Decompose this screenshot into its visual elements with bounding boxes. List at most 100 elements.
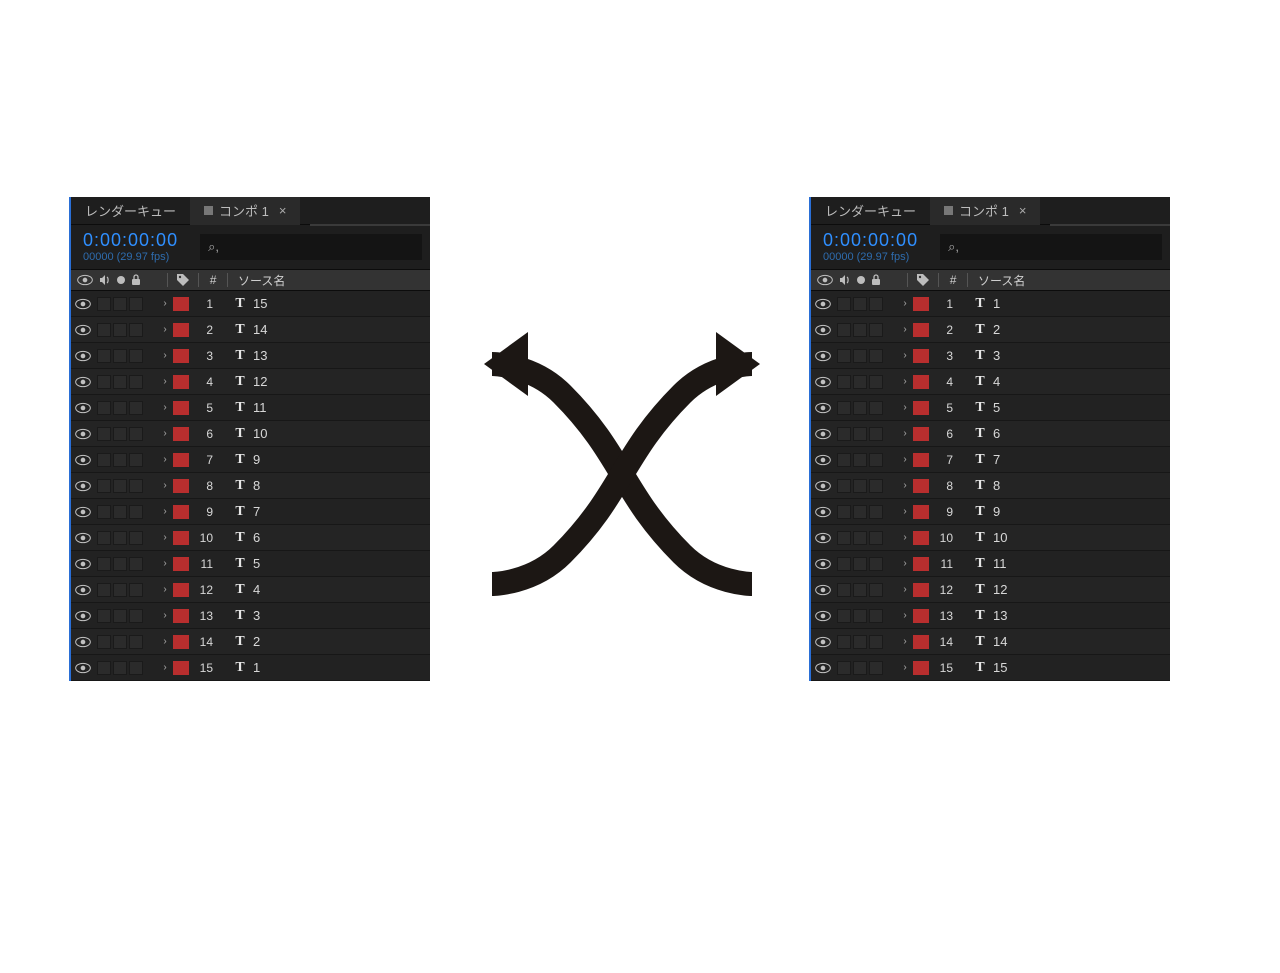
- layer-row[interactable]: ›14T14: [811, 629, 1170, 655]
- layer-name[interactable]: 4: [989, 374, 1000, 389]
- layer-name[interactable]: 10: [249, 426, 267, 441]
- label-color[interactable]: [913, 609, 929, 623]
- switch-group[interactable]: [835, 479, 897, 493]
- layer-name[interactable]: 1: [249, 660, 260, 675]
- visibility-toggle[interactable]: [811, 584, 835, 596]
- tab-comp[interactable]: コンポ 1 ×: [190, 197, 300, 225]
- label-color[interactable]: [913, 479, 929, 493]
- visibility-toggle[interactable]: [71, 506, 95, 518]
- switch-group[interactable]: [835, 297, 897, 311]
- switch-group[interactable]: [835, 427, 897, 441]
- label-color[interactable]: [173, 583, 189, 597]
- visibility-toggle[interactable]: [71, 584, 95, 596]
- column-source-name[interactable]: ソース名: [228, 272, 285, 289]
- layer-name[interactable]: 14: [989, 634, 1007, 649]
- label-color[interactable]: [913, 583, 929, 597]
- switch-group[interactable]: [95, 453, 157, 467]
- switch-group[interactable]: [835, 453, 897, 467]
- switch-group[interactable]: [95, 323, 157, 337]
- label-color[interactable]: [913, 375, 929, 389]
- label-color[interactable]: [173, 323, 189, 337]
- layer-row[interactable]: ›12T4: [71, 577, 430, 603]
- switch-group[interactable]: [95, 583, 157, 597]
- twirl-icon[interactable]: ›: [897, 610, 913, 621]
- layer-name[interactable]: 2: [249, 634, 260, 649]
- layer-name[interactable]: 2: [989, 322, 1000, 337]
- label-color[interactable]: [913, 427, 929, 441]
- visibility-toggle[interactable]: [811, 298, 835, 310]
- layer-name[interactable]: 15: [989, 660, 1007, 675]
- column-number[interactable]: #: [939, 273, 967, 287]
- label-color[interactable]: [173, 531, 189, 545]
- visibility-toggle[interactable]: [811, 480, 835, 492]
- visibility-toggle[interactable]: [71, 532, 95, 544]
- label-color[interactable]: [173, 557, 189, 571]
- label-color[interactable]: [913, 505, 929, 519]
- layer-row[interactable]: ›5T5: [811, 395, 1170, 421]
- layer-name[interactable]: 8: [249, 478, 260, 493]
- twirl-icon[interactable]: ›: [157, 454, 173, 465]
- close-icon[interactable]: ×: [279, 203, 287, 218]
- visibility-toggle[interactable]: [71, 324, 95, 336]
- layer-row[interactable]: ›1T15: [71, 291, 430, 317]
- twirl-icon[interactable]: ›: [157, 376, 173, 387]
- label-color[interactable]: [913, 453, 929, 467]
- layer-name[interactable]: 7: [989, 452, 1000, 467]
- label-color[interactable]: [913, 323, 929, 337]
- layer-row[interactable]: ›8T8: [811, 473, 1170, 499]
- switch-group[interactable]: [95, 375, 157, 389]
- layer-row[interactable]: ›14T2: [71, 629, 430, 655]
- label-color[interactable]: [173, 479, 189, 493]
- label-color[interactable]: [913, 349, 929, 363]
- visibility-toggle[interactable]: [811, 558, 835, 570]
- twirl-icon[interactable]: ›: [897, 480, 913, 491]
- visibility-toggle[interactable]: [811, 636, 835, 648]
- layer-row[interactable]: ›9T7: [71, 499, 430, 525]
- label-color[interactable]: [913, 297, 929, 311]
- switch-group[interactable]: [835, 349, 897, 363]
- twirl-icon[interactable]: ›: [897, 298, 913, 309]
- visibility-toggle[interactable]: [71, 480, 95, 492]
- twirl-icon[interactable]: ›: [157, 402, 173, 413]
- twirl-icon[interactable]: ›: [157, 558, 173, 569]
- visibility-toggle[interactable]: [811, 532, 835, 544]
- layer-name[interactable]: 9: [989, 504, 1000, 519]
- layer-row[interactable]: ›7T7: [811, 447, 1170, 473]
- layer-name[interactable]: 8: [989, 478, 1000, 493]
- layer-name[interactable]: 11: [989, 556, 1007, 571]
- visibility-toggle[interactable]: [811, 506, 835, 518]
- twirl-icon[interactable]: ›: [157, 506, 173, 517]
- layer-row[interactable]: ›15T1: [71, 655, 430, 681]
- twirl-icon[interactable]: ›: [897, 558, 913, 569]
- twirl-icon[interactable]: ›: [897, 428, 913, 439]
- switch-group[interactable]: [835, 505, 897, 519]
- layer-row[interactable]: ›12T12: [811, 577, 1170, 603]
- timecode[interactable]: 0:00:00:00: [823, 231, 918, 251]
- twirl-icon[interactable]: ›: [897, 584, 913, 595]
- layer-name[interactable]: 6: [989, 426, 1000, 441]
- layer-row[interactable]: ›15T15: [811, 655, 1170, 681]
- twirl-icon[interactable]: ›: [157, 480, 173, 491]
- twirl-icon[interactable]: ›: [157, 610, 173, 621]
- label-color[interactable]: [173, 505, 189, 519]
- twirl-icon[interactable]: ›: [157, 428, 173, 439]
- visibility-toggle[interactable]: [71, 376, 95, 388]
- switch-group[interactable]: [95, 557, 157, 571]
- layer-name[interactable]: 1: [989, 296, 1000, 311]
- switch-group[interactable]: [835, 583, 897, 597]
- visibility-toggle[interactable]: [71, 402, 95, 414]
- visibility-toggle[interactable]: [811, 350, 835, 362]
- layer-row[interactable]: ›10T6: [71, 525, 430, 551]
- layer-row[interactable]: ›13T13: [811, 603, 1170, 629]
- layer-name[interactable]: 13: [249, 348, 267, 363]
- switch-group[interactable]: [835, 401, 897, 415]
- switch-group[interactable]: [95, 479, 157, 493]
- twirl-icon[interactable]: ›: [157, 298, 173, 309]
- timecode[interactable]: 0:00:00:00: [83, 231, 178, 251]
- layer-name[interactable]: 3: [249, 608, 260, 623]
- visibility-toggle[interactable]: [71, 350, 95, 362]
- twirl-icon[interactable]: ›: [897, 376, 913, 387]
- label-color[interactable]: [173, 609, 189, 623]
- column-number[interactable]: #: [199, 273, 227, 287]
- layer-name[interactable]: 13: [989, 608, 1007, 623]
